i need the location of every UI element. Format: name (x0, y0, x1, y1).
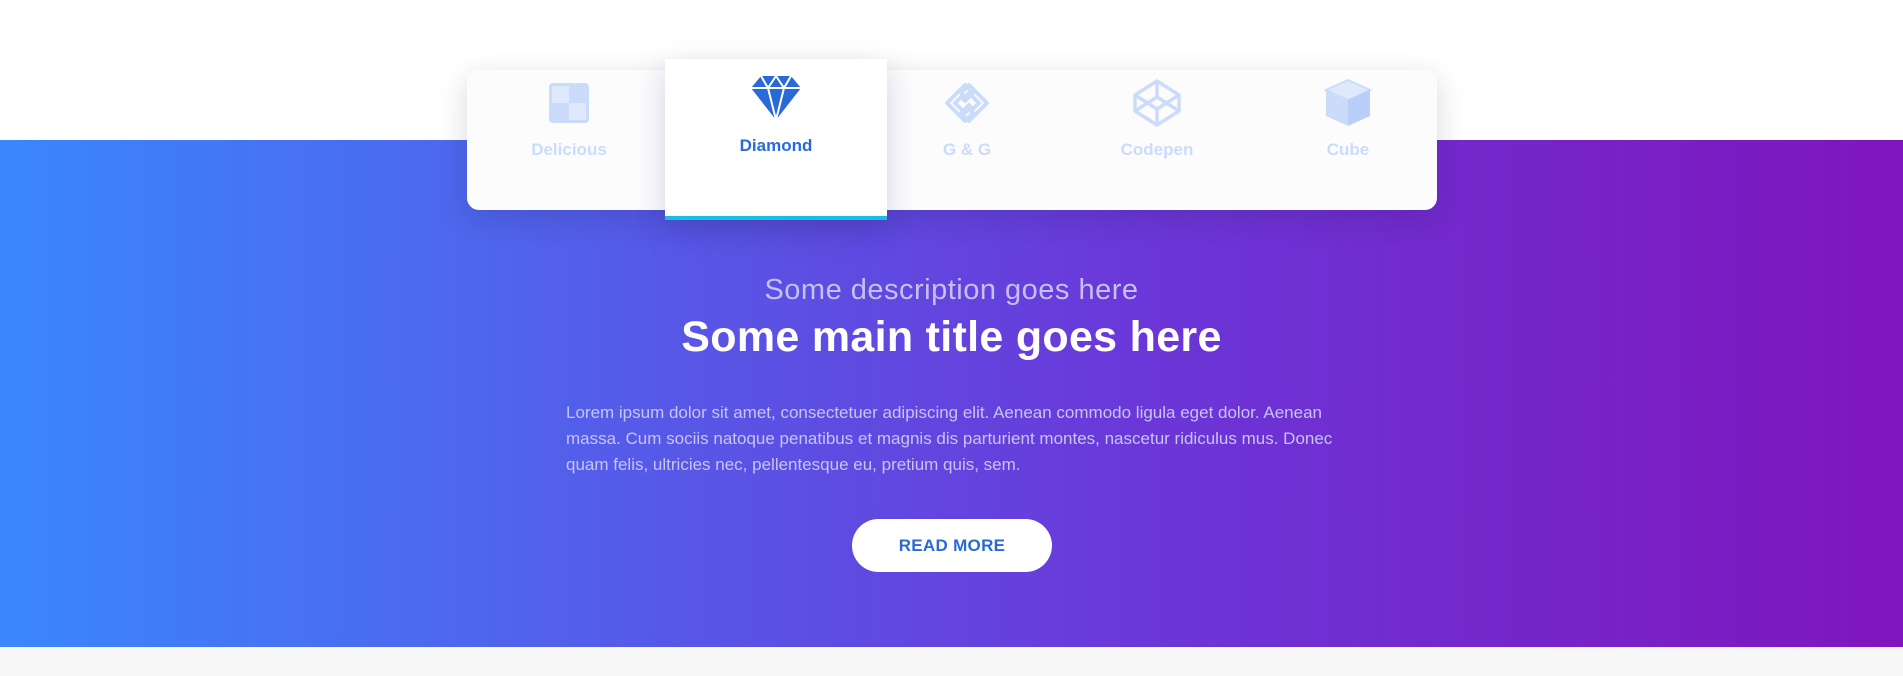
bottom-divider (0, 647, 1903, 676)
tab-label: Codepen (1120, 140, 1194, 159)
delicious-icon (542, 76, 596, 130)
read-more-button[interactable]: READ MORE (852, 519, 1052, 572)
tab-cube[interactable]: Cube (1253, 70, 1443, 210)
tab-label: Delicious (531, 140, 607, 159)
cube-icon (1321, 76, 1375, 130)
link-icon (940, 76, 994, 130)
tab-delicious[interactable]: Delicious (474, 70, 664, 210)
section-title: Some main title goes here (681, 313, 1222, 361)
tab-label: Diamond (739, 136, 813, 155)
diamond-icon (749, 71, 803, 125)
section-subtitle: Some description goes here (764, 274, 1139, 306)
section-body-text: Lorem ipsum dolor sit amet, consectetuer… (566, 403, 1333, 474)
codepen-icon (1130, 76, 1184, 130)
tab-label: G & G (942, 140, 992, 159)
tab-g-and-g[interactable]: G & G (872, 70, 1062, 210)
tab-codepen[interactable]: Codepen (1062, 70, 1252, 210)
tab-diamond[interactable]: Diamond (665, 59, 887, 220)
tab-label: Cube (1326, 140, 1370, 159)
